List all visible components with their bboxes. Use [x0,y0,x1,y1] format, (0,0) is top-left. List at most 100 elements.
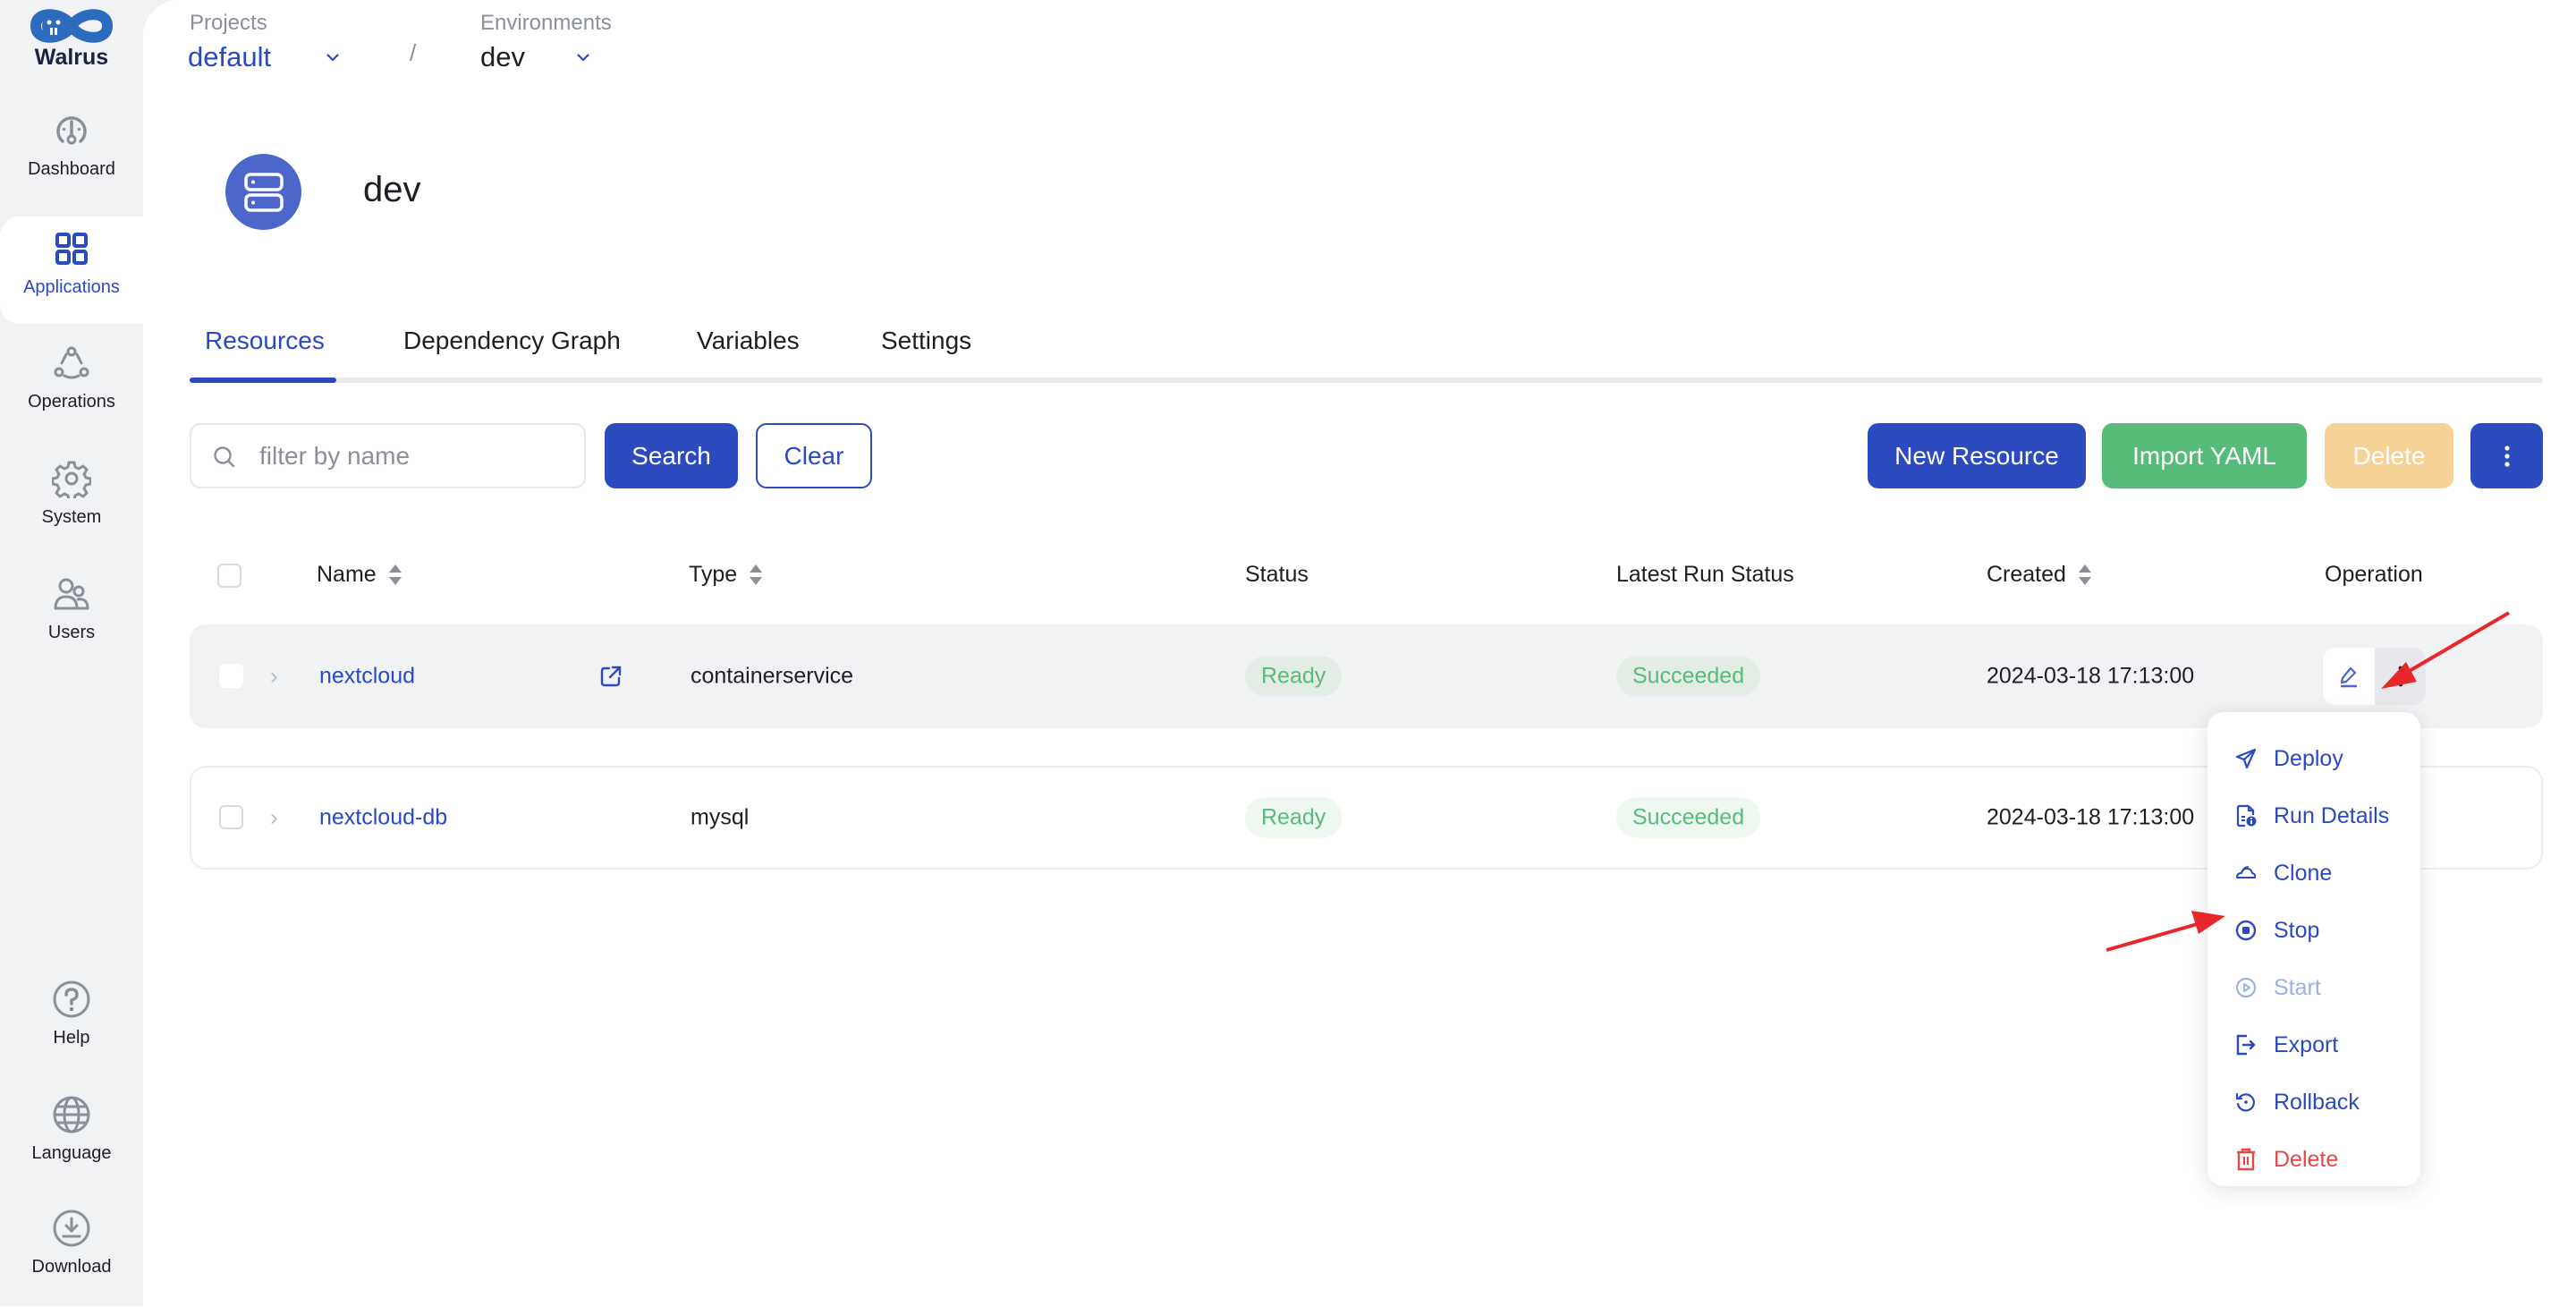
row-checkbox[interactable] [219,805,243,829]
app-name: Walrus [34,45,109,70]
column-label: Created [1987,562,2066,587]
sidebar-item-operations[interactable]: Operations [0,344,143,442]
menu-item-label: Rollback [2274,1089,2360,1115]
resource-name-link[interactable]: nextcloud-db [319,805,447,831]
environment-avatar [225,154,301,230]
search-icon [214,446,235,468]
tab-resources[interactable]: Resources [205,327,325,355]
sidebar-item-dashboard[interactable]: Dashboard [0,111,143,209]
environment-selector[interactable]: dev [480,41,525,73]
resource-type: containerservice [691,663,854,689]
sidebar-label: Language [31,1143,112,1163]
rollback-icon [2235,1092,2255,1112]
row-checkbox[interactable] [219,664,243,688]
created-timestamp: 2024-03-18 17:13:00 [1987,804,2195,830]
column-header-latest-run-status: Latest Run Status [1616,562,1794,588]
column-header-type[interactable]: Type [689,562,763,588]
menu-item-clone[interactable]: Clone [2207,844,2420,902]
cloud-icon [2236,866,2257,878]
column-label: Operation [2325,562,2423,587]
column-header-operation: Operation [2325,562,2423,588]
download-circle-icon [53,1209,90,1247]
select-all-checkbox[interactable] [217,564,242,588]
globe-icon [53,1096,90,1133]
expand-chevron-icon[interactable]: › [270,804,278,832]
search-field[interactable] [190,423,586,488]
row-more-button[interactable] [2375,648,2426,705]
chevron-down-icon[interactable] [572,47,594,68]
import-yaml-button[interactable]: Import YAML [2102,423,2307,488]
file-info-icon [2236,804,2257,827]
column-header-created[interactable]: Created [1987,562,2091,588]
latest-run-status-badge: Succeeded [1616,797,1761,838]
status-badge: Ready [1245,656,1343,697]
menu-item-stop[interactable]: Stop [2207,902,2420,959]
operations-nodes-icon [54,346,89,379]
column-label: Latest Run Status [1616,562,1794,587]
more-vertical-icon [2398,666,2402,687]
menu-item-export[interactable]: Export [2207,1016,2420,1074]
sidebar-label: Users [47,623,96,642]
menu-item-deploy[interactable]: Deploy [2207,730,2420,787]
expand-chevron-icon[interactable]: › [270,663,278,691]
chevron-down-icon[interactable] [322,47,343,68]
projects-label: Projects [190,11,267,35]
stop-circle-icon [2235,920,2257,941]
sidebar-label: System [41,507,102,527]
table-row[interactable]: › nextcloud containerservice Ready Succe… [190,624,2543,728]
export-icon [2236,1034,2256,1056]
resource-type: mysql [691,804,750,830]
sidebar-item-system[interactable]: System [0,459,143,557]
tab-active-indicator [190,378,336,383]
menu-item-label: Run Details [2274,802,2390,828]
server-icon [243,172,284,212]
applications-grid-icon [55,233,88,265]
gear-icon [52,461,91,498]
sidebar-item-users[interactable]: Users [0,574,143,673]
edit-button[interactable] [2323,648,2375,705]
menu-item-rollback[interactable]: Rollback [2207,1074,2420,1131]
users-icon [54,578,89,610]
sort-icon[interactable] [2078,564,2091,586]
sidebar: Walrus Dashboard Applications Operations [0,0,143,1306]
send-icon [2235,748,2257,769]
walrus-logo[interactable]: Walrus [0,5,143,77]
sidebar-item-help[interactable]: Help [0,980,143,1078]
sidebar-item-download[interactable]: Download [0,1209,143,1307]
trash-icon [2237,1148,2255,1171]
new-resource-button[interactable]: New Resource [1868,423,2086,488]
column-header-name[interactable]: Name [317,562,402,588]
row-operations [2323,648,2426,705]
menu-item-label: Start [2274,974,2321,1000]
tab-variables[interactable]: Variables [697,327,800,355]
dashboard-gauge-icon [56,116,87,145]
bulk-delete-button[interactable]: Delete [2325,423,2453,488]
tab-track [190,378,2543,383]
menu-item-start[interactable]: Start [2207,959,2420,1016]
clear-button[interactable]: Clear [756,423,872,488]
project-selector[interactable]: default [188,41,271,73]
created-timestamp: 2024-03-18 17:13:00 [1987,663,2195,689]
sidebar-item-language[interactable]: Language [0,1095,143,1193]
external-link-icon[interactable] [599,665,623,688]
latest-run-status-badge: Succeeded [1616,656,1761,697]
sidebar-label: Download [31,1257,112,1277]
sort-icon[interactable] [388,564,402,586]
column-label: Type [689,562,738,587]
search-input[interactable] [259,434,572,479]
toolbar-more-button[interactable] [2470,423,2543,488]
sidebar-label: Applications [23,277,120,297]
menu-item-label: Delete [2274,1146,2339,1172]
sort-icon[interactable] [750,564,763,586]
menu-item-run-details[interactable]: Run Details [2207,787,2420,844]
search-button[interactable]: Search [605,423,738,488]
table-row[interactable]: › nextcloud-db mysql Ready Succeeded 202… [190,766,2543,870]
sidebar-label: Help [53,1028,90,1048]
tab-settings[interactable]: Settings [881,327,971,355]
environments-label: Environments [480,11,612,35]
menu-item-delete[interactable]: Delete [2207,1131,2420,1188]
sidebar-item-applications[interactable]: Applications [0,216,143,324]
resource-name-link[interactable]: nextcloud [319,664,415,690]
tab-dependency-graph[interactable]: Dependency Graph [403,327,621,355]
column-label: Name [317,562,377,587]
